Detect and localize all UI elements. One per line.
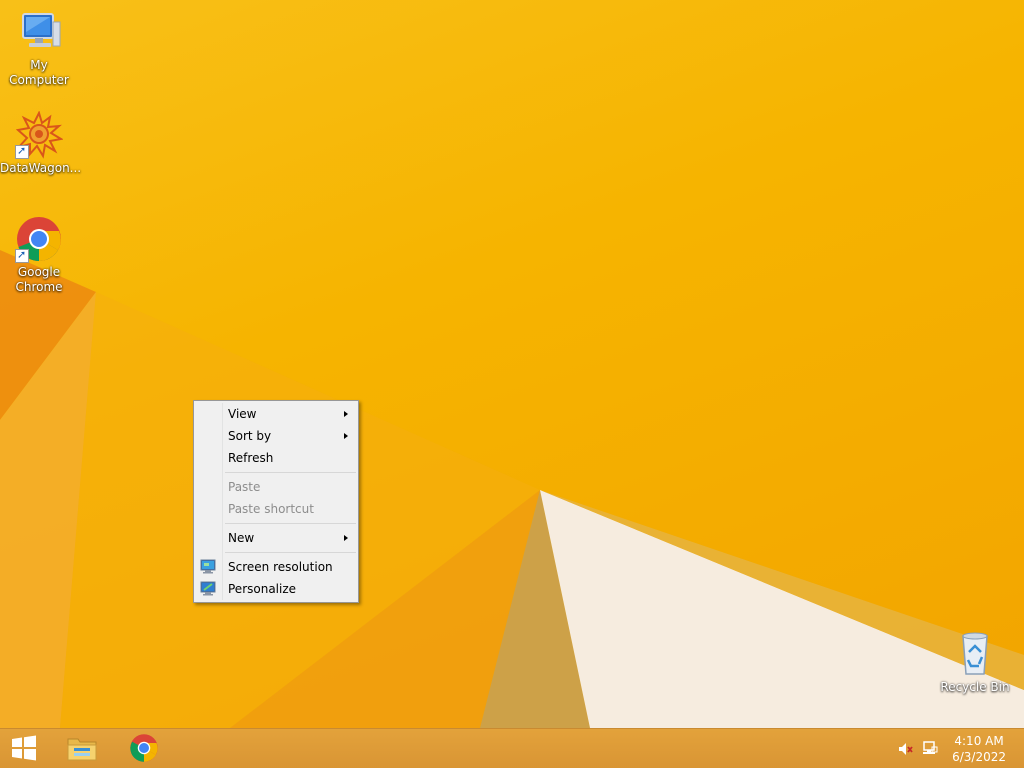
taskbar-chrome-button[interactable] <box>116 729 172 769</box>
chrome-icon <box>129 733 159 766</box>
desktop-context-menu: View Sort by Refresh Paste Paste shortcu… <box>193 400 359 603</box>
menu-item-paste[interactable]: Paste <box>194 476 358 498</box>
menu-separator <box>225 552 356 553</box>
desktop-icon-datawagon[interactable]: DataWagon... <box>0 110 82 176</box>
personalize-icon <box>200 581 216 596</box>
desktop-icon-label: My Computer <box>9 58 69 87</box>
menu-separator <box>225 523 356 524</box>
screen-resolution-icon <box>200 559 216 574</box>
desktop[interactable]: My Computer DataWagon... <box>0 0 1024 728</box>
shortcut-arrow-icon <box>15 247 29 263</box>
taskbar-file-explorer-button[interactable] <box>54 729 110 769</box>
menu-separator <box>225 472 356 473</box>
desktop-icon-google-chrome[interactable]: Google Chrome <box>0 215 78 295</box>
desktop-icon-my-computer[interactable]: My Computer <box>0 8 78 88</box>
menu-item-screen-resolution[interactable]: Screen resolution <box>194 556 358 578</box>
network-icon[interactable] <box>922 741 938 757</box>
menu-item-view[interactable]: View <box>194 403 358 425</box>
clock-time: 4:10 AM <box>954 734 1004 748</box>
submenu-arrow-icon <box>344 535 348 541</box>
start-button[interactable] <box>0 729 48 769</box>
menu-item-paste-shortcut[interactable]: Paste shortcut <box>194 498 358 520</box>
wallpaper <box>0 250 1024 728</box>
desktop-icon-label: DataWagon... <box>0 161 82 175</box>
clock[interactable]: 4:10 AM 6/3/2022 <box>952 733 1006 765</box>
menu-item-refresh[interactable]: Refresh <box>194 447 358 469</box>
submenu-arrow-icon <box>344 433 348 439</box>
desktop-icon-recycle-bin[interactable]: Recycle Bin <box>936 630 1014 695</box>
volume-muted-icon[interactable] <box>898 741 914 757</box>
datawagon-icon <box>15 110 64 159</box>
clock-date: 6/3/2022 <box>952 750 1006 764</box>
desktop-icon-label: Recycle Bin <box>940 680 1010 694</box>
computer-icon <box>15 8 63 56</box>
menu-item-new[interactable]: New <box>194 527 358 549</box>
menu-item-sort-by[interactable]: Sort by <box>194 425 358 447</box>
shortcut-arrow-icon <box>15 143 29 159</box>
folder-icon <box>66 734 98 765</box>
desktop-icon-label: Google Chrome <box>15 265 63 294</box>
windows-logo-icon <box>11 735 37 764</box>
menu-item-personalize[interactable]: Personalize <box>194 578 358 600</box>
recycle-bin-icon <box>951 630 999 678</box>
chrome-icon <box>15 215 63 263</box>
submenu-arrow-icon <box>344 411 348 417</box>
taskbar: 4:10 AM 6/3/2022 <box>0 728 1024 768</box>
